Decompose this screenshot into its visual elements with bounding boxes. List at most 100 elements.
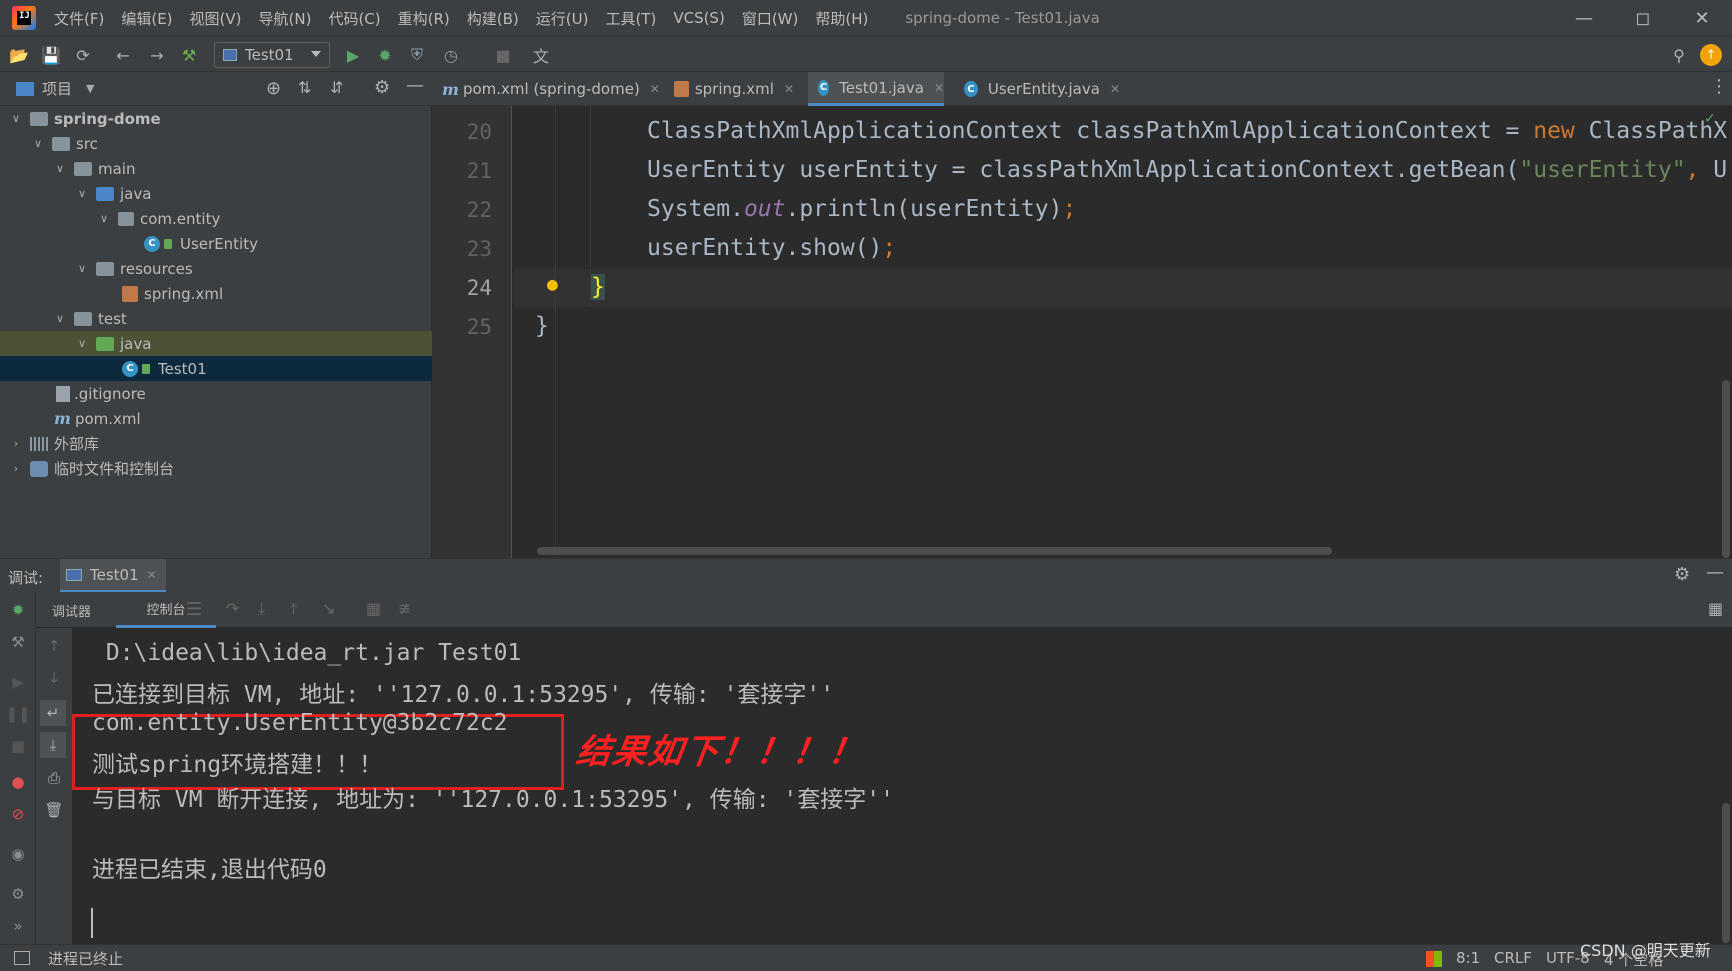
menu-navigate[interactable]: 导航(N) <box>259 8 312 29</box>
gear-icon[interactable]: ⚙ <box>1674 564 1690 585</box>
tree-item-java-test[interactable]: ∨ java <box>0 331 432 356</box>
tab-userentity-java[interactable]: C UserEntity.java ✕ <box>960 72 1120 106</box>
chevron-down-icon[interactable]: ∨ <box>32 137 44 150</box>
close-icon[interactable]: ✕ <box>650 82 660 96</box>
menu-file[interactable]: 文件(F) <box>54 8 104 29</box>
menu-help[interactable]: 帮助(H) <box>815 8 868 29</box>
step-into-icon[interactable]: ⤓ <box>258 599 265 619</box>
gear-icon[interactable]: ⚙ <box>374 77 390 98</box>
tree-item-scratches[interactable]: › 临时文件和控制台 <box>0 456 432 481</box>
translate-icon[interactable]: 文 <box>530 44 552 66</box>
menu-code[interactable]: 代码(C) <box>328 8 380 29</box>
tree-item-gitignore[interactable]: .gitignore <box>0 381 432 406</box>
editor-vertical-scrollbar[interactable] <box>1722 380 1730 558</box>
console-vertical-scrollbar[interactable] <box>1722 803 1730 943</box>
down-arrow-icon[interactable]: ↓ <box>44 668 64 688</box>
run-icon[interactable]: ▶ <box>342 44 364 66</box>
close-window-button[interactable]: ✕ <box>1673 0 1731 36</box>
tree-item-test01[interactable]: C Test01 <box>0 356 432 381</box>
tree-item-java-main[interactable]: ∨ java <box>0 181 432 206</box>
tree-item-resources[interactable]: ∨ resources <box>0 256 432 281</box>
chevron-down-icon[interactable]: ∨ <box>98 212 110 225</box>
tab-spring-xml[interactable]: spring.xml ✕ <box>674 72 794 106</box>
close-icon[interactable]: ✕ <box>147 568 157 582</box>
open-folder-icon[interactable]: 📂 <box>8 44 30 66</box>
expand-more-icon[interactable]: » <box>8 916 28 936</box>
tab-debug-test01[interactable]: Test01 ✕ <box>60 559 166 593</box>
chevron-down-icon[interactable]: ∨ <box>10 112 22 125</box>
chevron-down-icon[interactable]: ∨ <box>76 337 88 350</box>
tree-item-pom-xml[interactable]: m pom.xml <box>0 406 432 431</box>
chevron-right-icon[interactable]: › <box>10 462 22 475</box>
chevron-down-icon[interactable]: ∨ <box>54 162 66 175</box>
soft-wrap-icon[interactable]: ↵ <box>40 700 66 726</box>
menu-build[interactable]: 构建(B) <box>467 8 519 29</box>
menu-refactor[interactable]: 重构(R) <box>398 8 450 29</box>
sync-icon[interactable]: ⟳ <box>72 44 94 66</box>
hide-panel-icon[interactable]: — <box>1706 562 1724 583</box>
intellij-logo-icon[interactable]: IJ <box>12 6 36 30</box>
tree-item-test[interactable]: ∨ test <box>0 306 432 331</box>
stop-icon[interactable]: ■ <box>492 44 514 66</box>
trash-icon[interactable]: 🗑 <box>44 800 64 820</box>
up-arrow-icon[interactable]: ↑ <box>44 636 64 656</box>
locate-icon[interactable]: ⊕ <box>266 78 281 99</box>
menu-lines-icon[interactable]: ☰ <box>186 599 202 620</box>
chevron-down-icon[interactable]: ∨ <box>76 187 88 200</box>
expand-all-icon[interactable]: ⇅ <box>298 78 311 97</box>
mute-breakpoints-icon[interactable]: ⊘ <box>8 804 28 824</box>
camera-icon[interactable]: ◉ <box>8 844 28 864</box>
lightbulb-icon[interactable]: ● <box>547 274 558 295</box>
chevron-down-icon[interactable]: ▼ <box>86 82 94 95</box>
caret-position[interactable]: 8:1 <box>1456 949 1480 967</box>
menu-view[interactable]: 视图(V) <box>190 8 242 29</box>
step-over-icon[interactable]: ↷ <box>226 599 239 618</box>
stop-icon[interactable]: ■ <box>8 736 28 756</box>
tree-item-src[interactable]: ∨ src <box>0 131 432 156</box>
back-arrow-icon[interactable]: ← <box>112 44 134 66</box>
trace-icon[interactable]: ≇ <box>398 599 411 618</box>
collapse-all-icon[interactable]: ⇵ <box>330 78 343 97</box>
view-breakpoints-icon[interactable]: ● <box>8 772 28 792</box>
profile-icon[interactable]: ◷ <box>440 44 462 66</box>
more-tabs-icon[interactable]: ⋮ <box>1710 76 1728 97</box>
layout-icon[interactable]: ▦ <box>1708 599 1723 618</box>
wrench-icon[interactable]: ⚒ <box>8 632 28 652</box>
settings-icon[interactable]: ⚙ <box>8 884 28 904</box>
build-hammer-icon[interactable]: ⚒ <box>178 44 200 66</box>
minimize-button[interactable]: — <box>1555 0 1613 36</box>
tab-pom-xml[interactable]: m pom.xml (spring-dome) ✕ <box>442 72 662 106</box>
menu-edit[interactable]: 编辑(E) <box>121 8 172 29</box>
rerun-debug-icon[interactable]: ✹ <box>8 600 28 620</box>
project-panel-title[interactable]: 项目 <box>42 78 72 99</box>
tab-test01-java[interactable]: C Test01.java ✕ <box>808 72 944 106</box>
update-icon[interactable]: ↑ <box>1700 44 1722 66</box>
evaluate-icon[interactable]: ▦ <box>366 599 381 618</box>
step-out-icon[interactable]: ⤒ <box>290 599 297 619</box>
editor-horizontal-scrollbar[interactable] <box>537 547 1332 555</box>
close-icon[interactable]: ✕ <box>784 82 794 96</box>
run-configuration-select[interactable]: Test01 <box>214 42 330 68</box>
chevron-right-icon[interactable]: › <box>10 437 22 450</box>
tree-item-com-entity[interactable]: ∨ com.entity <box>0 206 432 231</box>
forward-arrow-icon[interactable]: → <box>146 44 168 66</box>
close-icon[interactable]: ✕ <box>1110 82 1120 96</box>
menu-run[interactable]: 运行(U) <box>536 8 589 29</box>
tab-debugger[interactable]: 调试器 <box>52 601 91 620</box>
scroll-to-end-icon[interactable]: ⤓ <box>40 732 66 758</box>
tree-item-main[interactable]: ∨ main <box>0 156 432 181</box>
tree-item-spring-xml[interactable]: spring.xml <box>0 281 432 306</box>
debug-bug-icon[interactable]: ✹ <box>374 44 396 66</box>
resume-icon[interactable]: ▶ <box>8 672 28 692</box>
toggle-tool-windows-icon[interactable] <box>14 951 30 965</box>
coverage-icon[interactable]: ⛨ <box>406 44 428 66</box>
save-icon[interactable]: 💾 <box>40 44 62 66</box>
chevron-down-icon[interactable]: ∨ <box>54 312 66 325</box>
console-output[interactable]: D:\idea\lib\idea_rt.jar Test01 已连接到目标 VM… <box>72 628 1732 944</box>
tree-item-userentity[interactable]: C UserEntity <box>0 231 432 256</box>
run-to-cursor-icon[interactable]: ↘ <box>322 599 335 618</box>
print-icon[interactable]: ⎙ <box>44 768 64 788</box>
menu-tools[interactable]: 工具(T) <box>605 8 656 29</box>
code-editor[interactable]: ClassPathXmlApplicationContext classPath… <box>513 106 1732 558</box>
menu-vcs[interactable]: VCS(S) <box>673 9 724 27</box>
